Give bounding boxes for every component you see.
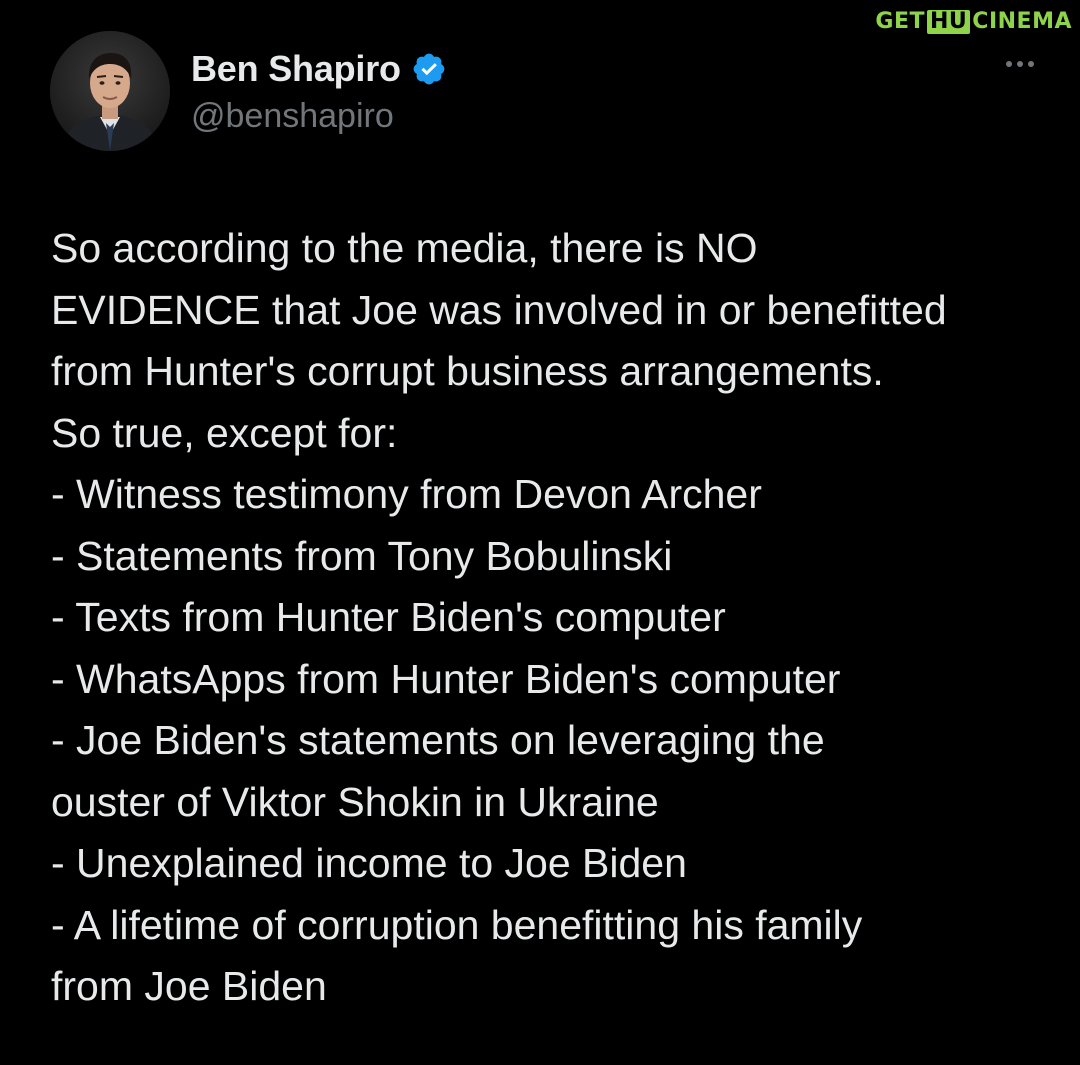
- tweet-line: from Hunter's corrupt business arrangeme…: [51, 348, 884, 394]
- more-horizontal-icon[interactable]: [1000, 49, 1040, 79]
- author-display-name[interactable]: Ben Shapiro: [191, 48, 401, 90]
- avatar[interactable]: [50, 31, 170, 151]
- author-identity: Ben Shapiro @benshapiro: [191, 47, 447, 136]
- tweet-line: - Witness testimony from Devon Archer: [51, 471, 762, 517]
- tweet-line: So according to the media, there is NO: [51, 225, 758, 271]
- author-handle[interactable]: @benshapiro: [191, 97, 447, 136]
- tweet-line: EVIDENCE that Joe was involved in or ben…: [51, 286, 947, 333]
- tweet-text: So according to the media, there is NO E…: [51, 218, 1051, 1018]
- avatar-image: [50, 31, 170, 151]
- tweet-line: from Joe Biden: [51, 963, 327, 1009]
- tweet-line: - WhatsApps from Hunter Biden's computer: [51, 655, 841, 702]
- tweet-line: - A lifetime of corruption benefitting h…: [51, 901, 863, 948]
- tweet-line: - Statements from Tony Bobulinski: [51, 532, 673, 579]
- verified-badge-icon: [413, 53, 445, 85]
- dot: [1006, 61, 1012, 67]
- tweet-line: - Texts from Hunter Biden's computer: [51, 594, 726, 640]
- tweet-header: Ben Shapiro @benshapiro: [50, 31, 1040, 151]
- dot: [1028, 61, 1034, 67]
- watermark-part-3: CINEMA: [972, 9, 1072, 34]
- tweet-line: - Unexplained income to Joe Biden: [51, 840, 687, 886]
- name-row: Ben Shapiro: [191, 47, 447, 91]
- dot: [1017, 61, 1023, 67]
- tweet-line: - Joe Biden's statements on leveraging t…: [51, 717, 825, 763]
- tweet-line: ouster of Viktor Shokin in Ukraine: [51, 778, 659, 825]
- watermark-part-1: GET: [875, 9, 926, 34]
- tweet-line: So true, except for:: [51, 409, 398, 456]
